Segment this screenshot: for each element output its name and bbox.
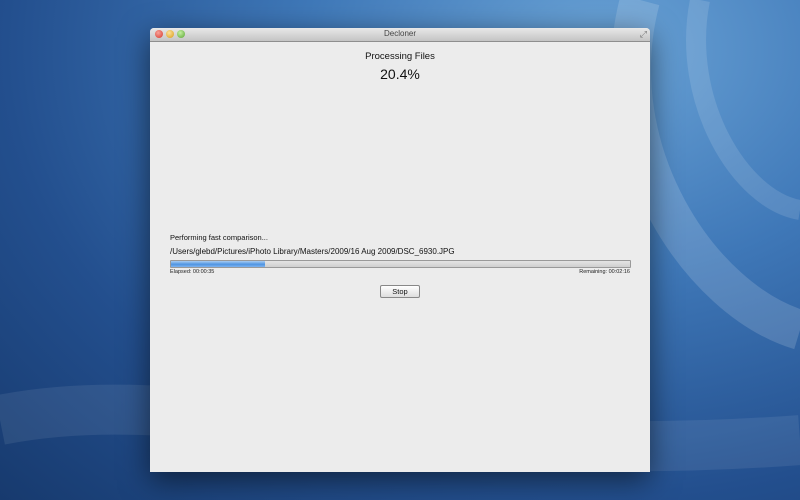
elapsed-time: Elapsed: 00:00:35 (170, 269, 215, 275)
remaining-time: Remaining: 00:02:16 (579, 269, 630, 275)
window-title: Decloner (383, 29, 416, 38)
fullscreen-icon[interactable]: ⤢ (640, 29, 647, 40)
status-text: Performing fast comparison... (170, 233, 268, 242)
decloner-window: Decloner ⤢ Processing Files 20.4% Perfor… (150, 28, 650, 472)
current-file-path: /Users/glebd/Pictures/iPhoto Library/Mas… (170, 247, 455, 256)
title-bar[interactable]: Decloner ⤢ (150, 28, 650, 42)
processing-heading: Processing Files (365, 51, 435, 62)
progress-bar (170, 260, 631, 268)
progress-percent: 20.4% (380, 66, 420, 82)
progress-fill (171, 261, 265, 267)
stop-button[interactable]: Stop (380, 285, 420, 298)
